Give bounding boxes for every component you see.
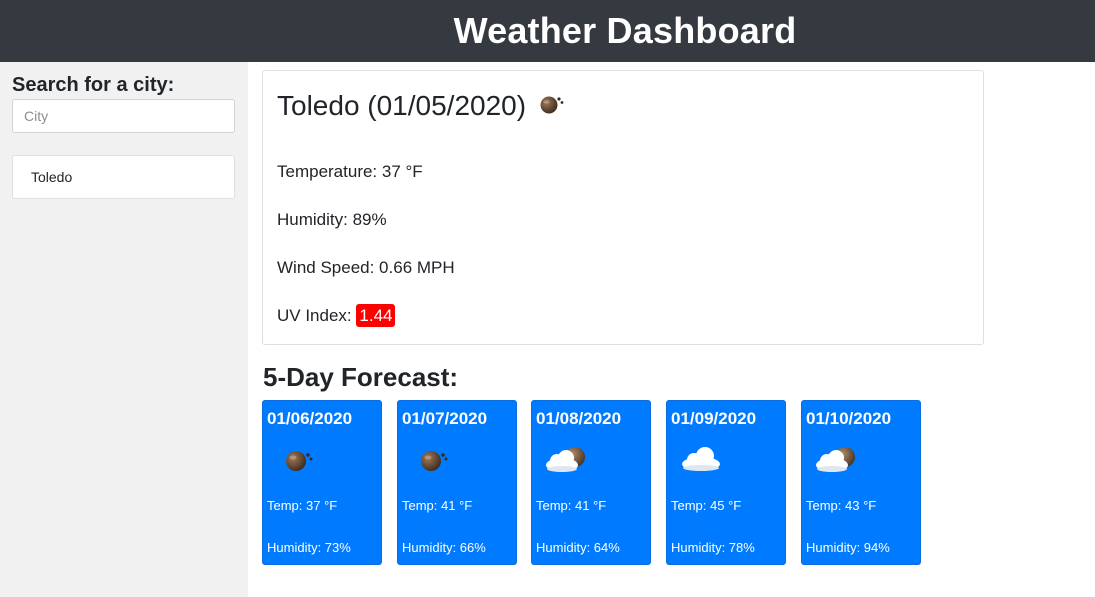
humidity-text: Humidity: 89%	[277, 210, 387, 229]
forecast-date: 01/06/2020	[267, 409, 353, 428]
forecast-temp: Temp: 41 °F	[536, 498, 607, 513]
forecast-humidity: Humidity: 66%	[402, 540, 486, 555]
cloud-moon-icon	[544, 444, 586, 474]
history-item-toledo[interactable]: Toledo	[12, 155, 235, 199]
page-title: Weather Dashboard	[453, 10, 797, 51]
rain-icon	[410, 444, 452, 474]
forecast-humidity: Humidity: 94%	[806, 540, 890, 555]
forecast-card: 01/07/2020 Temp: 41 °F Humidity: 66%	[397, 400, 517, 565]
forecast-temp: Temp: 43 °F	[806, 498, 877, 513]
search-history: Toledo	[12, 155, 235, 199]
history-item-label: Toledo	[31, 169, 73, 185]
uv-index-badge: 1.44	[356, 304, 396, 327]
forecast-humidity: Humidity: 64%	[536, 540, 620, 555]
forecast-date: 01/09/2020	[671, 409, 757, 428]
forecast-card: 01/06/2020 Temp: 37 °F Humidity: 73%	[262, 400, 382, 565]
current-weather-title: Toledo (01/05/2020)	[277, 90, 566, 122]
forecast-heading: 5-Day Forecast:	[263, 362, 459, 392]
uv-index-label: UV Index:	[277, 306, 352, 325]
cloud-icon	[679, 444, 721, 474]
forecast-temp: Temp: 45 °F	[671, 498, 742, 513]
temperature-text: Temperature: 37 °F	[277, 162, 423, 181]
rain-icon	[538, 90, 566, 122]
forecast-temp: Temp: 41 °F	[402, 498, 473, 513]
forecast-date: 01/07/2020	[402, 409, 488, 428]
cloud-moon-icon	[814, 444, 856, 474]
forecast-humidity: Humidity: 78%	[671, 540, 755, 555]
search-label: Search for a city:	[12, 74, 175, 96]
forecast-card: 01/08/2020 Temp: 41 °F Humidity: 64%	[531, 400, 651, 565]
forecast-humidity: Humidity: 73%	[267, 540, 351, 555]
current-weather-card: Toledo (01/05/2020) Temperature: 37 °F H…	[262, 70, 984, 345]
forecast-date: 01/10/2020	[806, 409, 892, 428]
wind-speed-text: Wind Speed: 0.66 MPH	[277, 258, 455, 277]
city-date-heading: Toledo (01/05/2020)	[277, 90, 527, 121]
city-search-input[interactable]	[12, 99, 235, 133]
forecast-card: 01/09/2020 Temp: 45 °F Humidity: 78%	[666, 400, 786, 565]
forecast-date: 01/08/2020	[536, 409, 622, 428]
forecast-card: 01/10/2020 Temp: 43 °F Humidity: 94%	[801, 400, 921, 565]
forecast-temp: Temp: 37 °F	[267, 498, 338, 513]
rain-icon	[275, 444, 317, 474]
app-header: Weather Dashboard	[0, 0, 1095, 62]
sidebar: Search for a city: Toledo	[0, 62, 248, 597]
uv-index-row: UV Index: 1.44	[277, 304, 396, 327]
